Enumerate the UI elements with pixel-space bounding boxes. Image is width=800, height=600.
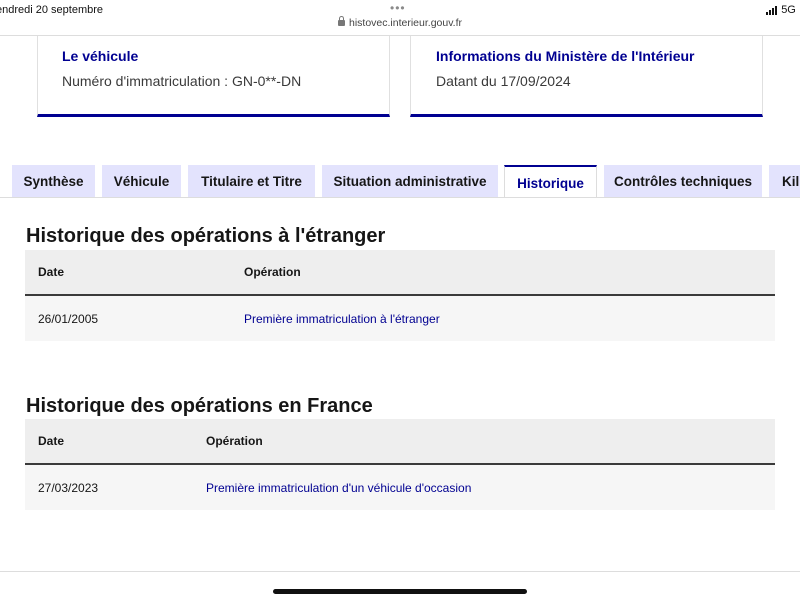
ministry-card-title: Informations du Ministère de l'Intérieur bbox=[436, 48, 695, 64]
table-header: Date Opération bbox=[25, 419, 775, 465]
foreign-history-table: Date Opération 26/01/2005 Première immat… bbox=[25, 250, 775, 341]
row-operation-link[interactable]: Première immatriculation d'un véhicule d… bbox=[206, 465, 471, 510]
signal-icon bbox=[766, 5, 778, 15]
status-date: endredi 20 septembre bbox=[0, 4, 104, 16]
home-indicator[interactable] bbox=[273, 589, 527, 594]
network-label: 5G bbox=[781, 4, 796, 16]
url-text: histovec.interieur.gouv.fr bbox=[348, 17, 463, 29]
more-dots-icon[interactable]: ••• bbox=[390, 1, 406, 15]
column-header-date: Date bbox=[38, 434, 65, 448]
tab-list: Synthèse Véhicule Titulaire et Titre Sit… bbox=[0, 165, 800, 199]
tab-synthese[interactable]: Synthèse bbox=[12, 165, 95, 198]
registration-number: Numéro d'immatriculation : GN-0**-DN bbox=[62, 73, 302, 89]
table-header: Date Opération bbox=[25, 250, 775, 296]
ministry-card: Informations du Ministère de l'Intérieur… bbox=[410, 36, 763, 117]
status-indicators: 5G 9 bbox=[766, 4, 800, 16]
column-header-operation: Opération bbox=[244, 265, 301, 279]
tab-controles-techniques[interactable]: Contrôles techniques bbox=[604, 165, 762, 198]
ministry-date: Datant du 17/09/2024 bbox=[436, 73, 571, 89]
row-operation-link[interactable]: Première immatriculation à l'étranger bbox=[244, 296, 440, 341]
tab-vehicule[interactable]: Véhicule bbox=[102, 165, 181, 198]
column-header-date: Date bbox=[38, 265, 65, 279]
tab-kilometrage[interactable]: Kil bbox=[769, 165, 800, 198]
row-date: 26/01/2005 bbox=[38, 311, 99, 326]
address-bar[interactable]: histovec.interieur.gouv.fr bbox=[0, 16, 800, 29]
column-header-operation: Opération bbox=[206, 434, 263, 448]
tab-historique[interactable]: Historique bbox=[504, 165, 597, 199]
table-row: 26/01/2005 Première immatriculation à l'… bbox=[25, 296, 775, 341]
lock-icon bbox=[337, 16, 345, 26]
status-bar: endredi 20 septembre ••• histovec.interi… bbox=[0, 0, 800, 36]
vehicle-card: Le véhicule Numéro d'immatriculation : G… bbox=[37, 36, 390, 117]
tab-situation-administrative[interactable]: Situation administrative bbox=[322, 165, 498, 198]
tab-titulaire[interactable]: Titulaire et Titre bbox=[188, 165, 315, 198]
vehicle-card-title: Le véhicule bbox=[62, 48, 139, 64]
foreign-history-title: Historique des opérations à l'étranger bbox=[26, 225, 386, 247]
france-history-table: Date Opération 27/03/2023 Première immat… bbox=[25, 419, 775, 510]
france-history-title: Historique des opérations en France bbox=[26, 395, 373, 417]
row-date: 27/03/2023 bbox=[38, 480, 99, 495]
table-row: 27/03/2023 Première immatriculation d'un… bbox=[25, 465, 775, 510]
